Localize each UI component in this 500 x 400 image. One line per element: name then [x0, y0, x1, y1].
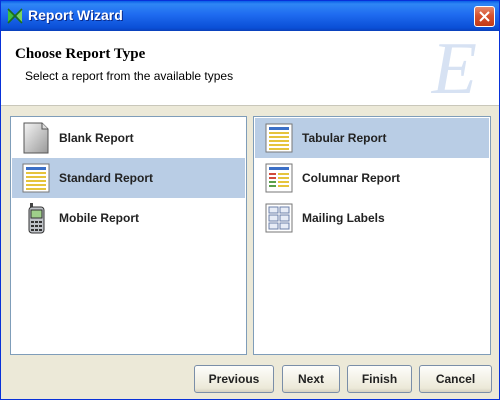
close-button[interactable]	[474, 6, 495, 27]
header-watermark: E	[431, 31, 477, 106]
report-wizard-window: Report Wizard E Choose Report Type Selec…	[0, 0, 500, 400]
report-type-list[interactable]: Tabular Report Columnar Report Mailing L…	[253, 116, 491, 355]
wizard-header: E Choose Report Type Select a report fro…	[1, 31, 499, 106]
tabular-report-icon	[263, 122, 295, 154]
list-item-mobile-report[interactable]: Mobile Report	[12, 198, 245, 238]
columnar-report-icon	[263, 162, 295, 194]
next-button[interactable]: Next	[282, 365, 340, 393]
title-bar[interactable]: Report Wizard	[1, 1, 499, 31]
list-item-blank-report[interactable]: Blank Report	[12, 118, 245, 158]
close-icon	[479, 11, 490, 22]
page-subtitle: Select a report from the available types	[25, 69, 234, 83]
wizard-icon	[7, 8, 23, 24]
list-item-mailing-labels[interactable]: Mailing Labels	[255, 198, 489, 238]
finish-button[interactable]: Finish	[347, 365, 412, 393]
report-category-list[interactable]: Blank Report Standard Report Mobile Repo…	[10, 116, 247, 355]
list-item-label: Mailing Labels	[302, 211, 385, 225]
list-item-label: Standard Report	[59, 171, 154, 185]
cancel-button[interactable]: Cancel	[419, 365, 492, 393]
list-item-tabular-report[interactable]: Tabular Report	[255, 118, 489, 158]
mobile-report-icon	[20, 202, 52, 234]
page-title: Choose Report Type	[15, 46, 146, 62]
list-item-label: Blank Report	[59, 131, 134, 145]
previous-button[interactable]: Previous	[194, 365, 274, 393]
blank-report-icon	[20, 122, 52, 154]
window-title: Report Wizard	[28, 7, 123, 23]
standard-report-icon	[20, 162, 52, 194]
list-item-columnar-report[interactable]: Columnar Report	[255, 158, 489, 198]
list-item-label: Tabular Report	[302, 131, 387, 145]
list-item-standard-report[interactable]: Standard Report	[12, 158, 245, 198]
list-item-label: Columnar Report	[302, 171, 401, 185]
list-item-label: Mobile Report	[59, 211, 139, 225]
mailing-labels-icon	[263, 202, 295, 234]
